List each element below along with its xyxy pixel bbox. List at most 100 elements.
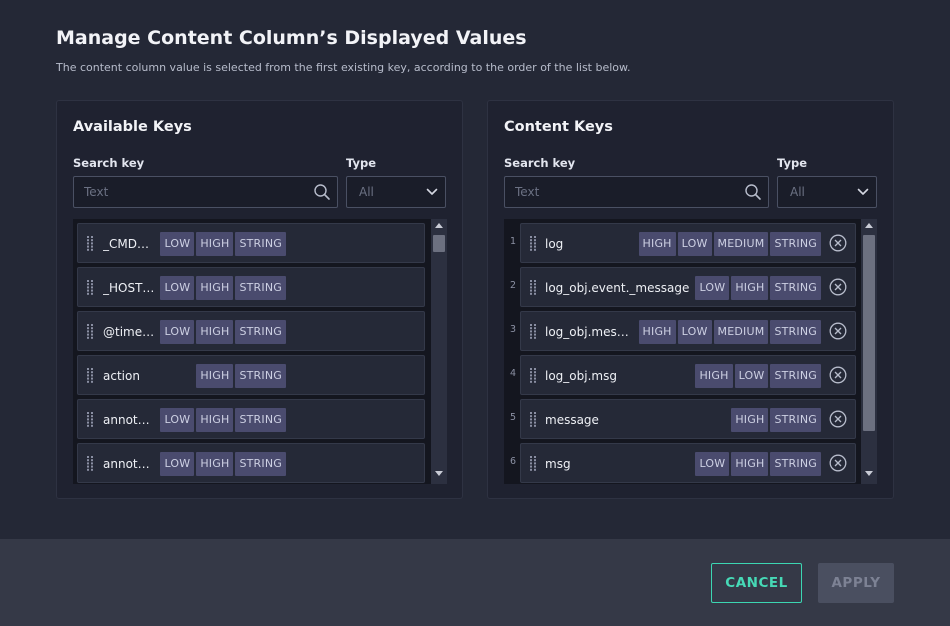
remove-circle-icon[interactable] <box>829 322 847 340</box>
cancel-button[interactable]: CANCEL <box>711 563 802 603</box>
tag-group: LOW HIGH STRING <box>160 232 286 256</box>
drag-handle-icon[interactable] <box>87 324 94 340</box>
tag-group: LOW HIGH STRING <box>695 276 821 300</box>
available-search-input[interactable] <box>74 177 309 207</box>
scroll-down-icon[interactable] <box>435 471 443 476</box>
key-row[interactable]: message HIGH STRING <box>520 399 856 439</box>
type-tag: LOW <box>160 408 195 432</box>
key-row[interactable]: _CMDLINE LOWHIGHSTRING <box>77 223 425 263</box>
drag-handle-icon[interactable] <box>87 280 94 296</box>
type-tag: HIGH <box>731 408 769 432</box>
type-tag: LOW <box>695 276 730 300</box>
key-name: @timestamp <box>103 325 154 339</box>
drag-handle-icon[interactable] <box>530 368 537 384</box>
type-tag: HIGH <box>196 452 234 476</box>
scroll-down-icon[interactable] <box>865 471 873 476</box>
type-tag: LOW <box>160 320 195 344</box>
remove-circle-icon[interactable] <box>829 366 847 384</box>
key-row[interactable]: msg LOW HIGH STRING <box>520 443 856 483</box>
type-tag: LOW <box>734 364 769 388</box>
key-row[interactable]: annotations.authorization.k8s.... LOWHIGH… <box>77 443 425 483</box>
row-index: 2 <box>509 280 517 291</box>
type-tag: LOW <box>677 320 712 344</box>
type-tag: HIGH <box>695 364 733 388</box>
drag-handle-icon[interactable] <box>87 368 94 384</box>
tag-group: LOW HIGH STRING <box>160 452 286 476</box>
scroll-up-icon[interactable] <box>435 223 443 228</box>
key-name: log_obj.event._message <box>545 281 690 295</box>
scrollbar[interactable] <box>861 219 877 484</box>
remove-circle-icon[interactable] <box>829 234 847 252</box>
remove-circle-icon[interactable] <box>829 410 847 428</box>
drag-handle-icon[interactable] <box>530 412 537 428</box>
available-type-select[interactable]: All <box>346 176 446 208</box>
type-tag: LOW <box>160 452 195 476</box>
key-row[interactable]: action HIGH STRING <box>77 355 425 395</box>
available-search-box <box>73 176 338 208</box>
search-icon[interactable] <box>744 183 762 201</box>
type-tag: STRING <box>770 452 821 476</box>
tag-group: LOW HIGH STRING <box>160 276 286 300</box>
key-row[interactable]: log_obj.event._message LOW HIGH STRING <box>520 267 856 307</box>
type-tag: STRING <box>235 320 286 344</box>
type-tag: MEDIUM <box>713 232 769 256</box>
type-tag: HIGH <box>196 408 234 432</box>
dialog-subtitle: The content column value is selected fro… <box>56 61 631 74</box>
search-icon[interactable] <box>313 183 331 201</box>
drag-handle-icon[interactable] <box>87 456 94 472</box>
scrollbar-thumb[interactable] <box>433 235 445 252</box>
type-select-value: All <box>359 185 374 199</box>
dialog-title: Manage Content Column’s Displayed Values <box>56 27 527 49</box>
type-tag: HIGH <box>196 276 234 300</box>
drag-handle-icon[interactable] <box>87 412 94 428</box>
search-key-label: Search key <box>504 156 576 170</box>
key-name: annotations.authentication.k8... <box>103 413 154 427</box>
content-type-select[interactable]: All <box>777 176 877 208</box>
content-search-input[interactable] <box>505 177 740 207</box>
content-keys-panel: Content Keys Search key Type All log HIGH… <box>487 100 894 499</box>
tag-group: HIGH STRING <box>196 364 286 388</box>
drag-handle-icon[interactable] <box>530 324 537 340</box>
type-tag: STRING <box>770 232 821 256</box>
remove-circle-icon[interactable] <box>829 454 847 472</box>
type-tag: HIGH <box>196 320 234 344</box>
remove-circle-icon[interactable] <box>829 278 847 296</box>
drag-handle-icon[interactable] <box>530 236 537 252</box>
apply-button[interactable]: APPLY <box>818 563 894 603</box>
key-row[interactable]: _HOSTNAME LOWHIGHSTRING <box>77 267 425 307</box>
available-keys-panel: Available Keys Search key Type All _CMDL… <box>56 100 463 499</box>
key-row[interactable]: @timestamp LOWHIGHSTRING <box>77 311 425 351</box>
search-key-label: Search key <box>73 156 145 170</box>
panel-title: Available Keys <box>73 119 192 135</box>
type-tag: HIGH <box>638 320 676 344</box>
type-label: Type <box>777 156 808 170</box>
key-name: annotations.authorization.k8s.... <box>103 457 154 471</box>
tag-group: LOW HIGH STRING <box>160 320 286 344</box>
type-tag: STRING <box>770 408 821 432</box>
type-tag: STRING <box>235 232 286 256</box>
chevron-down-icon <box>426 188 438 195</box>
type-tag: HIGH <box>196 364 234 388</box>
scrollbar-thumb[interactable] <box>863 235 875 431</box>
drag-handle-icon[interactable] <box>530 456 537 472</box>
key-row[interactable]: log_obj.messa... HIGH LOW MEDIUM STRING <box>520 311 856 351</box>
available-keys-list: _CMDLINELOWHIGHSTRING_HOSTNAMELOWHIGHSTR… <box>73 219 447 484</box>
key-row[interactable]: log HIGH LOW MEDIUM STRING <box>520 223 856 263</box>
dialog-footer: CANCEL APPLY <box>0 539 950 626</box>
drag-handle-icon[interactable] <box>530 280 537 296</box>
type-tag: STRING <box>770 364 821 388</box>
key-name: msg <box>545 457 571 471</box>
key-name: _CMDLINE <box>103 237 154 251</box>
drag-handle-icon[interactable] <box>87 236 94 252</box>
key-row[interactable]: log_obj.msg HIGH LOW STRING <box>520 355 856 395</box>
tag-group: HIGH LOW MEDIUM STRING <box>638 320 821 344</box>
type-tag: LOW <box>160 232 195 256</box>
panel-title: Content Keys <box>504 119 613 135</box>
scrollbar[interactable] <box>431 219 447 484</box>
row-index: 5 <box>509 412 517 423</box>
row-index: 4 <box>509 368 517 379</box>
key-row[interactable]: annotations.authentication.k8... LOWHIGHS… <box>77 399 425 439</box>
tag-group: HIGH LOW MEDIUM STRING <box>638 232 821 256</box>
scroll-up-icon[interactable] <box>865 223 873 228</box>
tag-group: HIGH LOW STRING <box>695 364 821 388</box>
